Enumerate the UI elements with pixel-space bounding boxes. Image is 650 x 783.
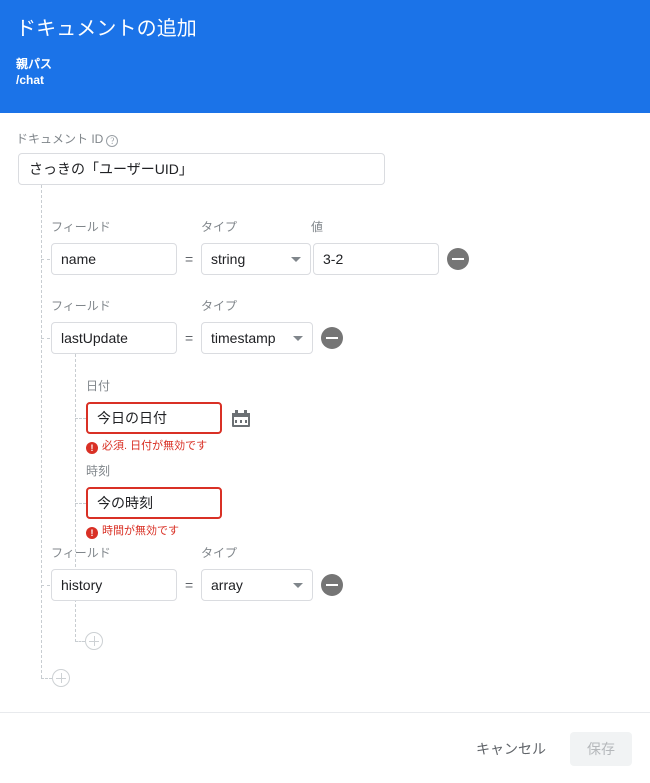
row1-type-select-value: string [211,251,246,267]
row1-value-label: 値 [311,220,324,234]
cancel-button[interactable]: キャンセル [468,734,554,764]
row2-type-select[interactable]: timestamp [201,322,313,354]
date-error-message: ! 必須. 日付が無効です [86,439,207,454]
row3-type-select-value: array [211,577,243,593]
nested-add-field-button[interactable] [85,632,103,650]
document-id-label: ドキュメント ID? [16,131,119,147]
tree-connector-nested-add [75,641,85,642]
row2-equals: = [185,330,194,346]
parent-path-value: /chat [16,73,45,87]
tree-connector-row1 [41,259,50,260]
add-document-dialog: ドキュメントの追加 親パス /chat ドキュメント ID? フィールド タイプ… [0,0,650,783]
time-error-text: 時間が無効です [102,525,179,537]
row1-value-input[interactable] [313,243,439,275]
row3-field-label: フィールド [51,546,111,560]
chevron-down-icon [293,336,303,341]
row2-field-label: フィールド [51,299,111,313]
row1-equals: = [185,251,194,267]
root-add-field-button[interactable] [52,669,70,687]
row1-field-name-input[interactable] [51,243,177,275]
date-label: 日付 [86,379,111,393]
time-input[interactable] [86,487,222,519]
row2-field-name-input[interactable] [51,322,177,354]
parent-path-label: 親パス [16,57,53,71]
document-id-input[interactable] [18,153,385,185]
help-circle-icon[interactable]: ? [106,135,119,147]
row2-remove-button[interactable] [321,327,343,349]
row3-equals: = [185,577,194,593]
dialog-footer: キャンセル 保存 [0,712,650,783]
date-error-text: 必須. 日付が無効です [102,440,208,452]
row1-field-label: フィールド [51,220,111,234]
error-circle-icon: ! [86,527,98,539]
error-circle-icon: ! [86,442,98,454]
chevron-down-icon [293,583,303,588]
row3-remove-button[interactable] [321,574,343,596]
tree-connector-root-add [41,678,52,679]
row1-type-label: タイプ [201,220,238,234]
row1-remove-button[interactable] [447,248,469,270]
dialog-header: ドキュメントの追加 親パス /chat [0,0,650,113]
tree-connector-time [75,503,86,504]
row2-type-select-value: timestamp [211,330,276,346]
dialog-body: ドキュメント ID? フィールド タイプ 値 = string フィールド タイ… [0,113,650,712]
tree-connector-row2 [41,338,50,339]
row1-type-select[interactable]: string [201,243,311,275]
dialog-title: ドキュメントの追加 [16,18,197,40]
row2-type-label: タイプ [201,299,238,313]
row3-field-name-input[interactable] [51,569,177,601]
row3-type-label: タイプ [201,546,238,560]
time-error-message: ! 時間が無効です [86,524,179,539]
save-button[interactable]: 保存 [570,732,632,766]
tree-connector-row3 [41,585,50,586]
date-input[interactable] [86,402,222,434]
tree-connector-date [75,418,86,419]
calendar-icon[interactable] [232,410,250,427]
document-id-label-text: ドキュメント ID [16,132,104,146]
time-label: 時刻 [86,464,111,478]
chevron-down-icon [291,257,301,262]
row3-type-select[interactable]: array [201,569,313,601]
